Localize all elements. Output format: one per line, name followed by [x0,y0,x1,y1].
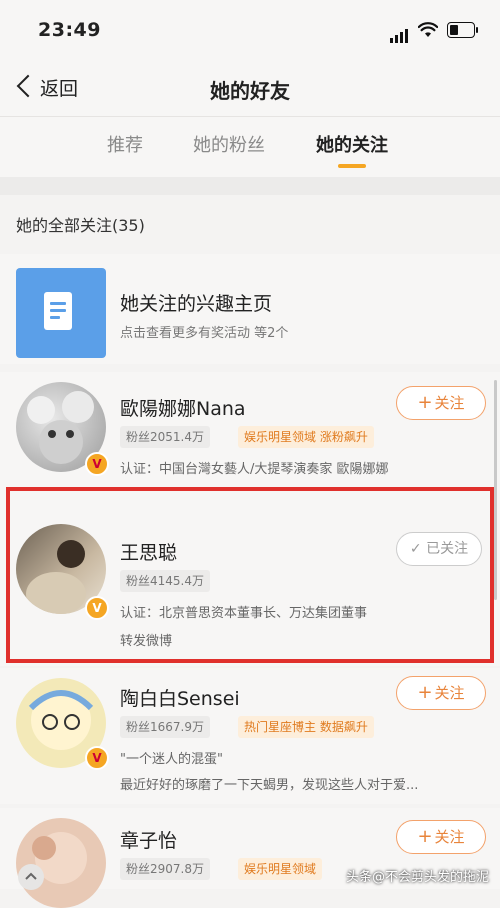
user-bio: "一个迷人的混蛋" [120,752,223,767]
verified-badge-icon: V [85,452,109,476]
user-tag: 娱乐明星领域 涨粉飙升 [238,426,374,448]
document-icon [44,292,72,330]
user-tag: 娱乐明星领域 [238,858,323,880]
interest-subtitle: 点击查看更多有奖活动 等2个 [120,326,289,341]
tab-her-fans[interactable]: 她的粉丝 [193,131,265,157]
tab-her-following[interactable]: 她的关注 [316,131,388,157]
battery-icon [447,22,478,38]
user-card[interactable]: V 歐陽娜娜Nana 粉丝2051.4万 娱乐明星领域 涨粉飙升 认证：中国台灣… [0,372,500,480]
user-name[interactable]: 歐陽娜娜Nana [120,394,246,421]
section-title: 她的全部关注(35) [16,216,145,235]
signal-icon [390,24,410,43]
watermark: 头条@不会剪头发的拖泥 [346,870,490,885]
follow-button[interactable]: + 关注 [396,676,486,710]
scrollbar[interactable] [494,380,497,600]
divider [0,177,500,195]
fans-count: 粉丝2907.8万 [120,858,210,880]
highlight-box [6,487,494,663]
wifi-icon [418,22,438,37]
plus-icon: + [417,826,433,847]
latest-post: 最近好好的琢磨了一下天蝎男，发现这些人对于爱... [120,778,419,793]
avatar-image [32,832,87,884]
active-tab-indicator [338,164,366,168]
nav-bar: 返回 她的好友 [0,62,500,117]
status-time: 23:49 [38,19,101,41]
tab-bar: 推荐 她的粉丝 她的关注 [0,117,500,177]
user-tag: 热门星座博主 数据飙升 [238,716,374,738]
tab-recommend[interactable]: 推荐 [107,131,143,157]
plus-icon: + [417,392,433,413]
avatar[interactable] [16,818,106,908]
user-name[interactable]: 陶白白Sensei [120,684,240,711]
fans-count: 粉丝1667.9万 [120,716,210,738]
fans-count: 粉丝2051.4万 [120,426,210,448]
interest-title: 她关注的兴趣主页 [120,293,273,315]
chevron-up-icon [25,872,37,880]
user-card[interactable]: V 陶白白Sensei 粉丝1667.9万 热门星座博主 数据飙升 "一个迷人的… [0,668,500,804]
verified-badge-icon: V [85,746,109,770]
user-verification: 认证：中国台灣女藝人/大提琴演奏家 歐陽娜娜 [120,462,389,477]
interest-thumbnail [16,268,106,358]
page-title: 她的好友 [210,79,290,103]
status-bar: 23:49 [0,0,500,62]
user-name[interactable]: 章子怡 [120,826,177,853]
scroll-to-top-button[interactable] [18,864,44,890]
plus-icon: + [417,682,433,703]
follow-button[interactable]: + 关注 [396,386,486,420]
interest-pages-row[interactable]: 她关注的兴趣主页 点击查看更多有奖活动 等2个 [0,254,500,364]
follow-button[interactable]: + 关注 [396,820,486,854]
